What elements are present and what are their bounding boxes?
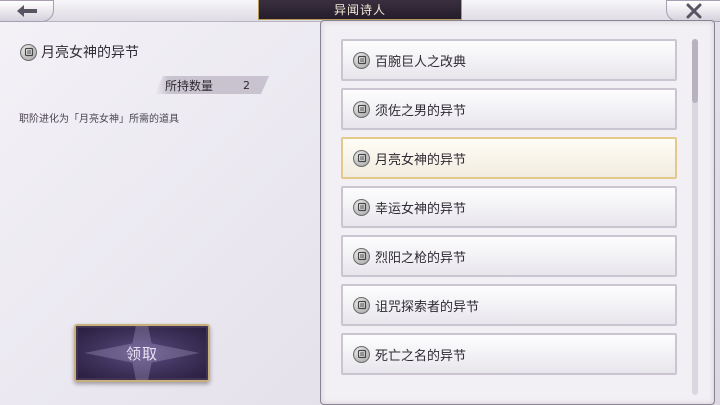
item-title-row: 月亮女神的异节 <box>20 42 139 62</box>
item-token-icon <box>353 51 370 69</box>
list-item-label: 死亡之名的异节 <box>375 348 467 364</box>
close-button[interactable] <box>666 0 720 22</box>
item-list: 百腕巨人之改典 须佐之男的异节 月亮女神的异节 幸运女神的异节 烈阳之枪的异节 诅咒探索者… <box>341 39 677 382</box>
item-token-icon <box>353 247 370 265</box>
list-item-label: 月亮女神的异节 <box>375 152 467 168</box>
item-list-panel: 百腕巨人之改典 须佐之男的异节 月亮女神的异节 幸运女神的异节 烈阳之枪的异节 诅咒探索者… <box>320 20 715 405</box>
left-arrow-icon <box>16 5 37 17</box>
list-item[interactable]: 月亮女神的异节 <box>341 137 677 179</box>
list-item[interactable]: 幸运女神的异节 <box>341 186 677 228</box>
item-token-icon <box>353 345 370 363</box>
claim-button-label: 领取 <box>125 344 158 363</box>
claim-button[interactable]: 领取 <box>74 324 210 382</box>
list-item[interactable]: 烈阳之枪的异节 <box>341 235 677 277</box>
item-token-icon <box>353 100 370 118</box>
list-item[interactable]: 百腕巨人之改典 <box>341 39 677 81</box>
list-item-label: 须佐之男的异节 <box>375 103 467 119</box>
quantity-box: 所持数量 2 <box>155 76 269 94</box>
scroll-thumb[interactable] <box>692 39 698 103</box>
item-title: 月亮女神的异节 <box>41 45 139 61</box>
close-icon <box>686 3 701 19</box>
list-item-label: 烈阳之枪的异节 <box>375 250 467 266</box>
item-description: 职阶进化为「月亮女神」所需的道具 <box>19 114 179 125</box>
list-item[interactable]: 须佐之男的异节 <box>341 88 677 130</box>
list-item-label: 诅咒探索者的异节 <box>375 299 480 315</box>
list-item-label: 幸运女神的异节 <box>375 201 467 217</box>
item-token-icon <box>20 43 37 61</box>
page-title: 异闻诗人 <box>258 0 462 20</box>
item-token-icon <box>353 149 370 167</box>
quantity-value: 2 <box>243 78 250 92</box>
item-token-icon <box>353 198 370 216</box>
list-item[interactable]: 死亡之名的异节 <box>341 333 677 375</box>
list-item-label: 百腕巨人之改典 <box>375 54 467 70</box>
quantity-label: 所持数量 <box>165 78 214 93</box>
list-item[interactable]: 诅咒探索者的异节 <box>341 284 677 326</box>
back-button[interactable] <box>0 0 54 22</box>
scrollbar[interactable] <box>692 39 698 395</box>
item-token-icon <box>353 296 370 314</box>
